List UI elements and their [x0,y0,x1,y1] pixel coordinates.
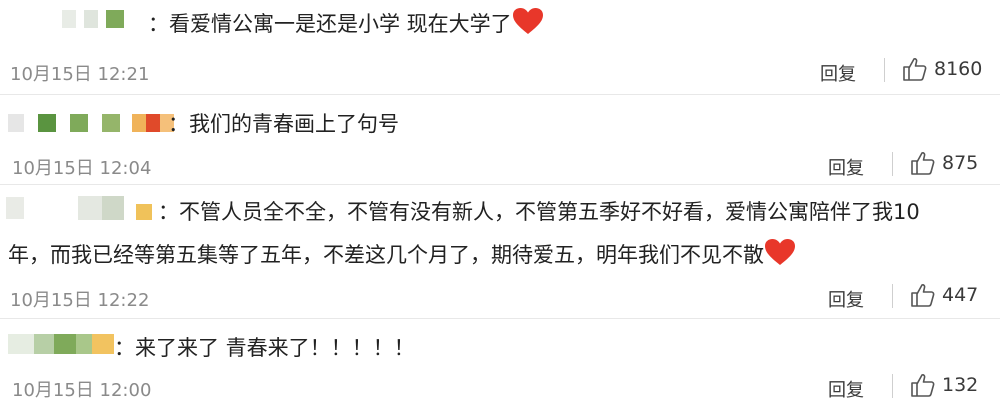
divider [0,318,1000,319]
comment-text-content: ：不管人员全不全，不管有没有新人，不管第五季好不好看，爱情公寓陪伴了我10 [158,200,920,224]
comment-item: ：看爱情公寓一是还是小学 现在大学了 10月15日 12:21 回复 8160 [0,0,1000,96]
like-button[interactable]: 875 [910,150,978,176]
heart-icon [765,239,795,265]
separator [884,58,885,82]
username-mosaic[interactable] [6,196,152,220]
divider [0,94,1000,95]
heart-icon [512,8,543,34]
like-button[interactable]: 447 [910,282,978,308]
like-count: 8160 [934,58,983,80]
comment-text-content: ：我们的青春画上了句号 [168,112,399,136]
like-count: 132 [942,374,979,396]
comment-text: ：来了来了 青春来了！！！！！ [114,332,415,364]
username-mosaic[interactable] [8,114,174,132]
comment-time: 10月15日 12:22 [10,290,150,311]
separator [892,374,893,398]
like-count: 875 [942,152,979,174]
like-button[interactable]: 132 [910,372,978,398]
divider [0,184,1000,185]
reply-button[interactable]: 回复 [820,60,856,86]
reply-button[interactable]: 回复 [828,154,864,180]
like-count: 447 [942,284,979,306]
like-button[interactable]: 8160 [902,56,982,82]
comment-text-line-1: ：不管人员全不全，不管有没有新人，不管第五季好不好看，爱情公寓陪伴了我10 [158,196,920,228]
comment-text-content: ：看爱情公寓一是还是小学 现在大学了 [148,12,512,36]
thumbs-up-icon [911,284,935,307]
comment-text-content: ：来了来了 青春来了！！！！！ [114,336,415,360]
username-mosaic[interactable] [62,10,124,28]
reply-button[interactable]: 回复 [828,376,864,402]
comment-time: 10月15日 12:21 [10,64,150,85]
thumbs-up-icon [911,152,935,175]
comment-item: ：我们的青春画上了句号 10月15日 12:04 回复 875 [0,96,1000,186]
comment-time: 10月15日 12:04 [12,158,152,179]
comment-text-line-2: 年，而我已经等第五集等了五年，不差这几个月了，期待爱五，明年我们不见不散 [8,238,796,271]
comment-text: ：我们的青春画上了句号 [168,108,399,140]
comment-text-content: 年，而我已经等第五集等了五年，不差这几个月了，期待爱五，明年我们不见不散 [8,243,764,267]
reply-button[interactable]: 回复 [828,286,864,312]
comment-time: 10月15日 12:00 [12,380,152,401]
separator [892,152,893,176]
comment-item: ：来了来了 青春来了！！！！！ 10月15日 12:00 回复 132 [0,320,1000,410]
separator [892,284,893,308]
thumbs-up-icon [911,374,935,397]
thumbs-up-icon [903,58,927,81]
username-mosaic[interactable] [8,334,114,354]
comment-item: ：不管人员全不全，不管有没有新人，不管第五季好不好看，爱情公寓陪伴了我10 年，… [0,186,1000,316]
comment-text: ：看爱情公寓一是还是小学 现在大学了 [148,7,544,40]
